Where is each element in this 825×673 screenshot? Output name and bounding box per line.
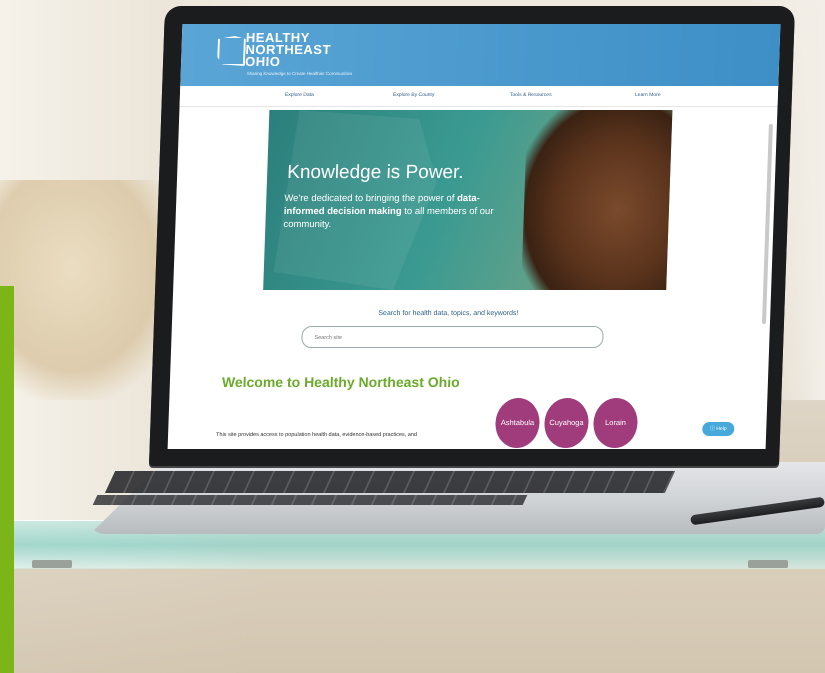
county-button-lorain[interactable]: Lorain — [592, 398, 639, 448]
main-nav: Explore Data Explore By County Tools & R… — [179, 86, 779, 107]
help-circle-icon: ⓘ — [709, 426, 716, 432]
county-button-ashtabula[interactable]: Ashtabula — [494, 398, 541, 448]
hero-sub-part1: We're dedicated to bringing the power of — [284, 193, 455, 204]
logo-line3: OHIO — [244, 54, 281, 69]
nav-explore-by-county[interactable]: Explore By County — [393, 92, 435, 98]
site-tagline: Sharing Knowledge to Create Healthier Co… — [246, 71, 353, 76]
search-label: Search for health data, topics, and keyw… — [378, 310, 519, 317]
help-label: Help — [716, 426, 727, 432]
table-leg — [32, 560, 72, 568]
site-logo[interactable]: HEALTHY NORTHEAST OHIO — [244, 30, 332, 69]
laptop-keyboard — [104, 471, 676, 493]
site-header: HEALTHY NORTHEAST OHIO Sharing Knowledge… — [180, 24, 781, 86]
nav-tools-resources[interactable]: Tools & Resources — [510, 92, 552, 98]
nav-explore-data[interactable]: Explore Data — [285, 92, 314, 98]
county-button-cuyahoga[interactable]: Cuyahoga — [543, 398, 590, 448]
hero-photo — [520, 110, 673, 290]
search-input[interactable] — [312, 331, 587, 344]
hero-title: Knowledge is Power. — [286, 162, 464, 183]
help-button[interactable]: ⓘ Help — [702, 422, 735, 436]
brand-green-bar — [0, 286, 14, 673]
hero-subtitle: We're dedicated to bringing the power of… — [283, 192, 504, 231]
table-leg — [748, 560, 788, 568]
laptop-screen: HEALTHY NORTHEAST OHIO Sharing Knowledge… — [167, 24, 781, 449]
welcome-heading: Welcome to Healthy Northeast Ohio — [221, 374, 460, 390]
table-shadow — [14, 568, 825, 673]
intro-text: This site provides access to population … — [215, 432, 418, 438]
ohio-logo-icon[interactable] — [217, 36, 246, 66]
laptop-keyboard-row — [92, 495, 528, 505]
hero-banner: Knowledge is Power. We're dedicated to b… — [263, 110, 673, 290]
search-box[interactable] — [301, 326, 604, 348]
nav-learn-more[interactable]: Learn More — [635, 92, 661, 98]
